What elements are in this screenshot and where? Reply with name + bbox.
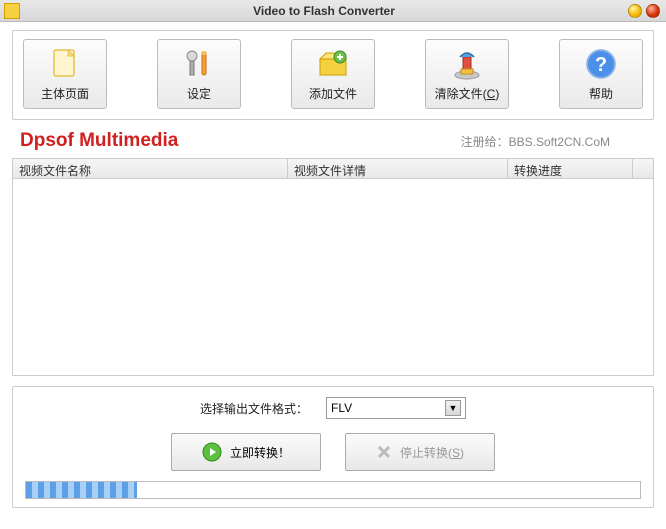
col-detail[interactable]: 视频文件详情 (288, 159, 508, 178)
titlebar: Video to Flash Converter (0, 0, 666, 22)
start-label: 立即转换！ (230, 444, 290, 461)
file-list[interactable]: 视频文件名称 视频文件详情 转换进度 (12, 158, 654, 376)
progress-fill (26, 482, 137, 498)
clear-files-label: 清除文件(C) (435, 85, 500, 102)
list-header: 视频文件名称 视频文件详情 转换进度 (13, 159, 653, 179)
add-file-label: 添加文件 (309, 85, 357, 102)
format-select[interactable]: FLV ▼ (326, 397, 466, 419)
page-icon (48, 47, 82, 81)
brand-row: Dpsof Multimedia 注册给：BBS.Soft2CN.CoM (12, 120, 654, 158)
format-label: 选择输出文件格式： (200, 400, 308, 417)
bottom-panel: 选择输出文件格式： FLV ▼ 立即转换！ (12, 386, 654, 508)
stop-icon (376, 444, 392, 460)
folder-add-icon (316, 47, 350, 81)
window-title: Video to Flash Converter (20, 4, 628, 18)
brand-text: Dpsof Multimedia (20, 130, 178, 152)
clear-icon (450, 47, 484, 81)
add-file-button[interactable]: 添加文件 (291, 39, 375, 109)
help-button[interactable]: ? 帮助 (559, 39, 643, 109)
chevron-down-icon: ▼ (445, 400, 461, 416)
help-label: 帮助 (589, 85, 613, 102)
close-button[interactable] (646, 4, 660, 18)
format-row: 选择输出文件格式： FLV ▼ (25, 397, 641, 419)
stop-label: 停止转换(S) (400, 444, 464, 461)
minimize-button[interactable] (628, 4, 642, 18)
registered-to: 注册给：BBS.Soft2CN.CoM (461, 133, 610, 150)
home-label: 主体页面 (41, 85, 89, 102)
action-row: 立即转换！ 停止转换(S) (25, 433, 641, 471)
home-button[interactable]: 主体页面 (23, 39, 107, 109)
col-name[interactable]: 视频文件名称 (13, 159, 288, 178)
settings-button[interactable]: 设定 (157, 39, 241, 109)
svg-text:?: ? (595, 54, 607, 76)
format-selected: FLV (331, 401, 445, 415)
stop-convert-button[interactable]: 停止转换(S) (345, 433, 495, 471)
toolbar: 主体页面 设定 添加文件 (12, 30, 654, 120)
col-scroll-spacer (633, 159, 653, 178)
col-progress[interactable]: 转换进度 (508, 159, 633, 178)
help-icon: ? (584, 47, 618, 81)
play-icon (202, 442, 222, 462)
window-controls (628, 4, 660, 18)
start-convert-button[interactable]: 立即转换！ (171, 433, 321, 471)
app-icon (4, 3, 20, 19)
settings-label: 设定 (187, 85, 211, 102)
tools-icon (182, 47, 216, 81)
clear-files-button[interactable]: 清除文件(C) (425, 39, 509, 109)
progress-bar (25, 481, 641, 499)
